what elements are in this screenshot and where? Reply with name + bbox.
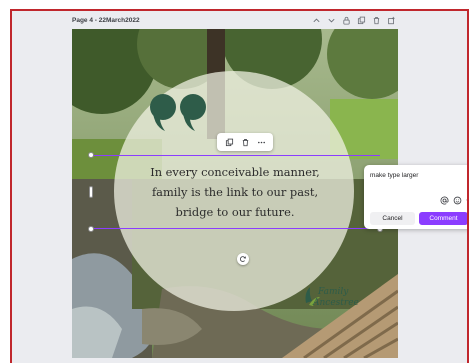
- delete-icon[interactable]: [239, 136, 251, 148]
- duplicate-icon[interactable]: [223, 136, 235, 148]
- rotate-handle[interactable]: [237, 253, 249, 265]
- sticker-icon[interactable]: [465, 195, 467, 205]
- page-toolbar: [310, 14, 397, 26]
- page-title: Page 4 - 22March2022: [72, 17, 140, 24]
- emoji-icon[interactable]: [452, 195, 462, 205]
- lock-icon[interactable]: [340, 14, 352, 26]
- text-selection-box[interactable]: [91, 155, 380, 229]
- comment-input[interactable]: make type larger: [370, 172, 418, 179]
- duplicate-page-icon[interactable]: [355, 14, 367, 26]
- add-page-icon[interactable]: [385, 14, 397, 26]
- resize-handle-left[interactable]: [89, 186, 93, 198]
- rotate-icon: [239, 256, 246, 262]
- chevron-down-icon[interactable]: [325, 14, 337, 26]
- comment-popup: make type larger Cancel Comment: [364, 165, 467, 229]
- mention-icon[interactable]: [439, 195, 449, 205]
- resize-handle-top-left[interactable]: [88, 152, 94, 158]
- comment-tools: [439, 195, 467, 205]
- element-toolbar: [217, 133, 273, 151]
- logo-text-family: Family: [317, 287, 349, 297]
- canvas-area: Page 4 - 22March2022 In every conceivabl…: [10, 9, 469, 363]
- cancel-button[interactable]: Cancel: [370, 212, 415, 225]
- family-ancestree-logo[interactable]: Family Ancestree: [300, 281, 362, 311]
- comment-submit-button[interactable]: Comment: [419, 212, 467, 225]
- quote-mark-graphic[interactable]: [149, 93, 211, 133]
- delete-page-icon[interactable]: [370, 14, 382, 26]
- resize-handle-bottom-left[interactable]: [88, 226, 94, 232]
- more-options-icon[interactable]: [255, 136, 267, 148]
- logo-text-ancestree: Ancestree: [312, 298, 359, 308]
- chevron-up-icon[interactable]: [310, 14, 322, 26]
